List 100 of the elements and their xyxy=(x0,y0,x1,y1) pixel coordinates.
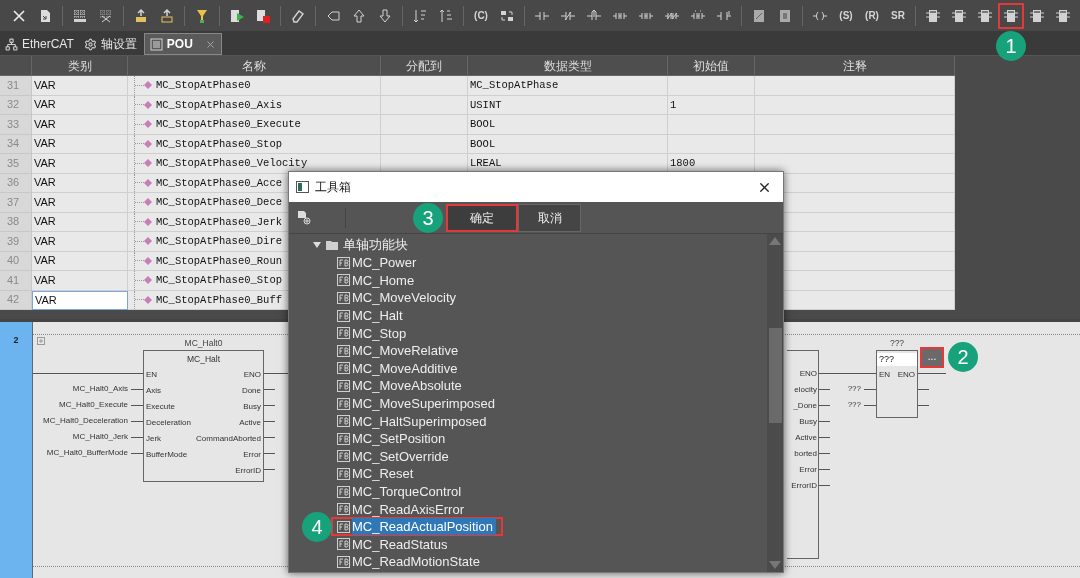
wire xyxy=(918,405,929,406)
tree-item[interactable]: MC_TorqueControl xyxy=(331,482,471,501)
add-button[interactable] xyxy=(295,208,313,227)
column-header-label: 分配到 xyxy=(406,59,442,72)
pin-label: Execute xyxy=(146,403,175,411)
table-cell: VAR xyxy=(32,154,128,174)
toolbar-button[interactable]: SR xyxy=(885,2,911,29)
wire xyxy=(264,437,275,438)
expand-icon[interactable] xyxy=(37,337,45,345)
tree-item[interactable]: MC_Power xyxy=(331,253,426,273)
function-block-icon xyxy=(337,256,350,269)
item-label: MC_ReadMotionState xyxy=(352,553,481,571)
tree-item[interactable]: MC_ReadMotionState xyxy=(331,552,489,572)
variable-icon xyxy=(144,217,152,226)
function-block-icon xyxy=(337,555,350,568)
tree-item[interactable]: MC_MoveSuperimposed xyxy=(331,394,505,414)
play-icon xyxy=(229,7,245,24)
variable-name: MC_StopAtPhase0_Roun xyxy=(156,255,283,266)
wire xyxy=(819,421,830,422)
item-label: MC_MoveRelative xyxy=(352,342,460,360)
tree-item[interactable]: MC_SetPosition xyxy=(331,429,455,449)
tree-item[interactable]: MC_MoveRelative xyxy=(331,341,468,361)
function-block-icon xyxy=(337,432,350,445)
tree-item[interactable]: MC_MoveVelocity xyxy=(331,288,466,308)
tree-item[interactable]: MC_Stop xyxy=(331,323,416,343)
function-block-icon xyxy=(337,538,350,551)
dialog-button[interactable]: 取消 xyxy=(518,203,581,232)
sort-icon xyxy=(438,7,454,24)
pin-label: ENO xyxy=(897,371,915,379)
function-block-icon xyxy=(337,379,350,392)
function-block-icon xyxy=(337,362,350,375)
pin-label: EN xyxy=(146,371,158,379)
wire xyxy=(819,437,830,438)
tab[interactable]: 轴设置 xyxy=(78,33,142,55)
block-icon xyxy=(1003,7,1019,24)
block-icon xyxy=(1055,7,1071,24)
block-type-field[interactable]: ??? xyxy=(877,352,917,366)
close-icon[interactable] xyxy=(204,38,216,50)
function-block-icon xyxy=(337,292,350,304)
scrollbar-thumb[interactable] xyxy=(768,328,782,423)
wire xyxy=(864,405,876,406)
pin-label: borted xyxy=(794,450,817,458)
toolbar-button[interactable]: (R) xyxy=(859,2,885,29)
pin-label: Active xyxy=(795,434,817,442)
toolbar-button[interactable] xyxy=(998,2,1024,29)
variable-name: MC_StopAtPhase0_Velocity xyxy=(156,158,308,169)
wire xyxy=(819,485,830,486)
variable-name: MC_StopAtPhase0_Jerk xyxy=(156,216,283,227)
upload-icon xyxy=(159,7,175,24)
row-number: 42 xyxy=(7,294,20,306)
tree-item[interactable]: MC_MoveAdditive xyxy=(331,358,467,378)
function-block-icon xyxy=(337,327,350,340)
pin-label: Active xyxy=(239,419,261,427)
table-cell: VAR xyxy=(32,76,128,96)
tab[interactable]: POU xyxy=(143,33,222,55)
tree-item[interactable]: MC_ReadStatus xyxy=(331,534,457,554)
pin-label: Error xyxy=(799,466,817,474)
upload-icon xyxy=(133,7,149,24)
pin-label: ErrorID xyxy=(235,467,261,475)
function-block-icon xyxy=(337,485,350,498)
dialog-button[interactable]: 确定 xyxy=(446,203,518,232)
box-icon xyxy=(751,7,767,24)
block-icon xyxy=(977,7,993,24)
tree-item[interactable]: MC_Home xyxy=(331,270,424,290)
data-type: LREAL xyxy=(470,158,502,169)
tree-item[interactable]: MC_Reset xyxy=(331,464,423,484)
row-number: 40 xyxy=(7,255,20,267)
pin-label: elocity xyxy=(794,386,817,394)
tree-folder[interactable]: 单轴功能块 xyxy=(289,236,767,254)
variable-icon xyxy=(144,100,152,109)
box-icon xyxy=(777,7,793,24)
function-block-icon xyxy=(337,274,350,287)
column-header-label: 数据类型 xyxy=(543,59,592,72)
browse-button[interactable]: ... xyxy=(920,347,944,368)
item-label: MC_ReadActualPosition xyxy=(352,518,496,536)
wire xyxy=(131,437,143,438)
folder-label: 单轴功能块 xyxy=(343,238,408,252)
tree-item[interactable]: MC_ReadAxisError xyxy=(331,499,473,519)
variable-label: MC_Halt0_Deceleration xyxy=(43,417,128,425)
block-icon xyxy=(1029,7,1045,24)
tree-item[interactable]: MC_Halt xyxy=(331,306,412,326)
function-block-icon xyxy=(337,467,350,480)
item-label: MC_ReadStatus xyxy=(352,535,449,553)
tree-item[interactable]: MC_MoveAbsolute xyxy=(331,376,471,396)
scrollbar[interactable] xyxy=(767,234,783,572)
pin-label: CommandAborted xyxy=(196,435,261,443)
pin-label: _Done xyxy=(793,402,817,410)
tab[interactable]: EtherCAT xyxy=(0,33,79,55)
caret-icon xyxy=(313,241,321,249)
toolbar-button[interactable]: (C) xyxy=(468,2,494,29)
tree-item[interactable]: MC_ReadActualPosition xyxy=(331,517,503,537)
tree-item[interactable]: MC_HaltSuperimposed xyxy=(331,411,496,431)
toolbar-button[interactable]: (S) xyxy=(833,2,859,29)
table-cell: VAR xyxy=(32,232,128,252)
tree-item[interactable]: MC_SetOverride xyxy=(331,446,458,466)
table-cell: VAR xyxy=(32,115,128,135)
variable-name: MC_StopAtPhase0_Dece xyxy=(156,197,283,208)
variable-name: MC_StopAtPhase0_Dire xyxy=(156,236,283,247)
variable-name: MC_StopAtPhase0_Stop xyxy=(156,275,283,286)
network-icon xyxy=(5,37,18,51)
